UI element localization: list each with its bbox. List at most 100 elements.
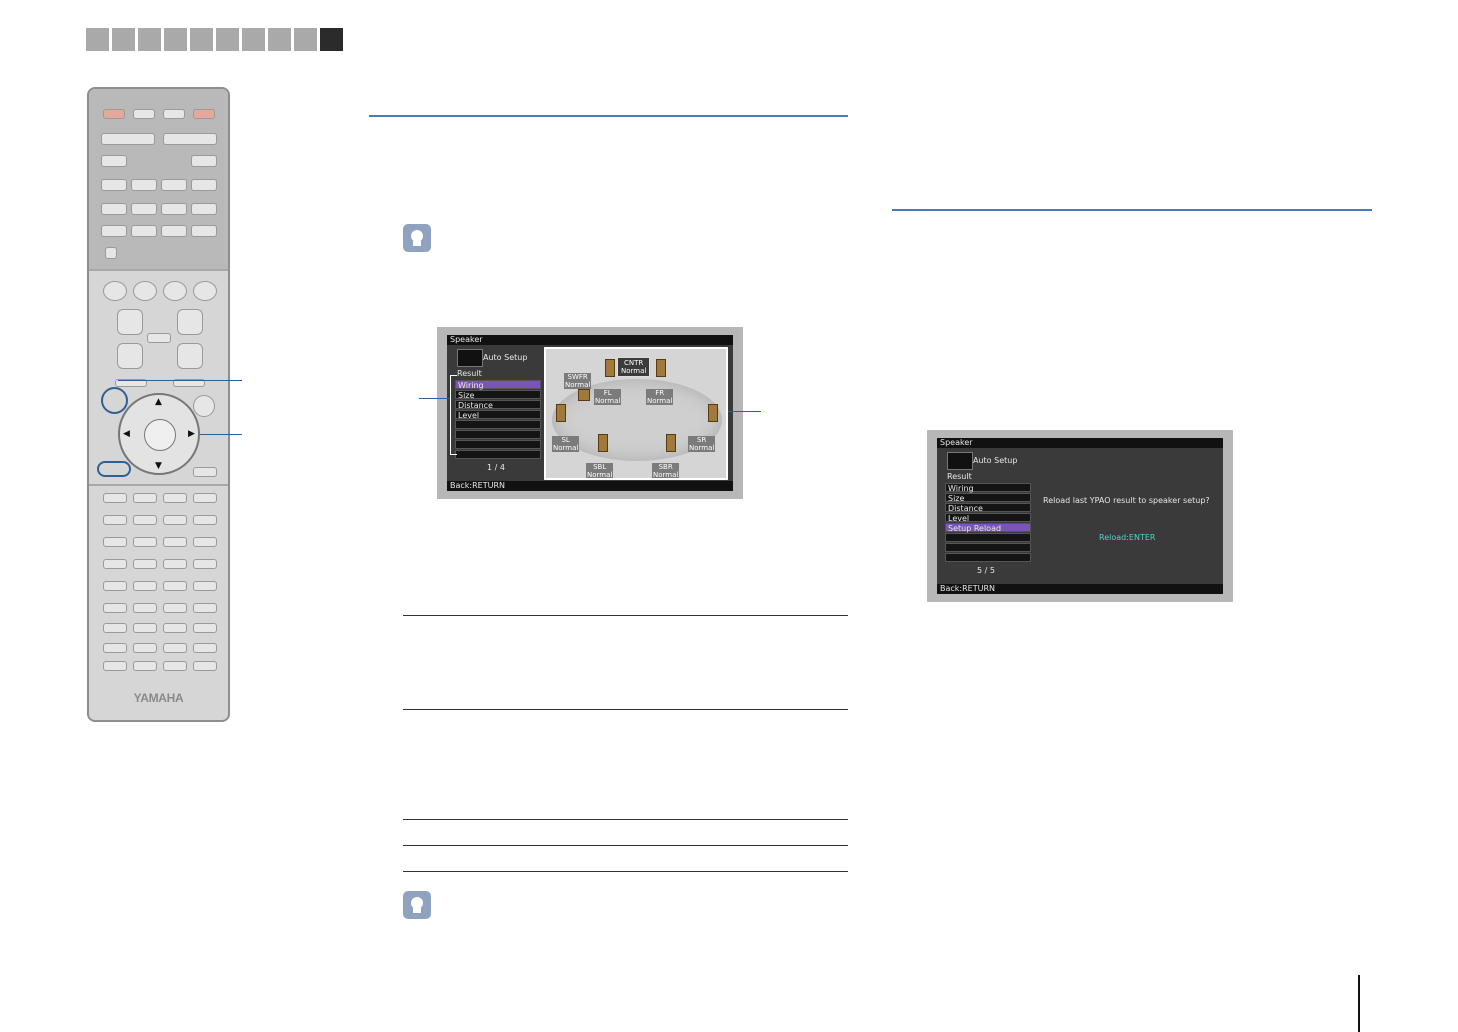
osd-menu-item-empty xyxy=(945,543,1031,552)
osd-header: Speaker xyxy=(937,438,1223,448)
remote-button xyxy=(191,155,217,167)
osd-screen-inner: Speaker Auto Setup Result Wiring Size Di… xyxy=(447,335,733,491)
remote-button xyxy=(101,133,155,145)
remote-button xyxy=(133,661,157,671)
remote-button xyxy=(133,109,155,119)
section-heading-rule xyxy=(892,209,1372,211)
table-rule xyxy=(403,615,848,616)
remote-button xyxy=(101,179,127,191)
osd-menu-item-size: Size xyxy=(945,493,1031,503)
cursor-up-icon: ▲ xyxy=(155,397,162,407)
remote-button xyxy=(193,661,217,671)
remote-button xyxy=(117,309,143,335)
remote-button xyxy=(193,643,217,653)
progress-tab xyxy=(242,28,265,51)
remote-mute-button xyxy=(147,333,171,343)
osd-menu-item-wiring: Wiring xyxy=(945,483,1031,493)
remote-button xyxy=(103,493,127,503)
table-rule xyxy=(403,709,848,710)
page-marker-bar xyxy=(1358,975,1360,1032)
remote-button xyxy=(117,343,143,369)
highlight-ring-return-button xyxy=(97,461,131,477)
remote-button xyxy=(163,109,185,119)
osd-menu-item-distance: Distance xyxy=(945,503,1031,513)
remote-button xyxy=(131,203,157,215)
remote-button xyxy=(193,581,217,591)
remote-volume-down xyxy=(177,343,203,369)
remote-button xyxy=(161,203,187,215)
enter-button xyxy=(144,419,176,451)
remote-divider xyxy=(89,484,228,486)
osd-menu-item-size: Size xyxy=(455,390,541,400)
osd-screen-setup-reload: Speaker Auto Setup Result Wiring Size Di… xyxy=(927,430,1233,602)
osd-menu-item-empty xyxy=(945,533,1031,542)
table-rule xyxy=(403,871,848,872)
remote-button xyxy=(161,179,187,191)
remote-button xyxy=(103,559,127,569)
table-rule xyxy=(403,819,848,820)
progress-tab-current xyxy=(320,28,343,51)
remote-button xyxy=(133,493,157,503)
osd-page-indicator: 5 / 5 xyxy=(977,566,995,575)
speaker-label-fr: FR Normal xyxy=(646,389,674,405)
remote-button xyxy=(103,537,127,547)
osd-menu-item-distance: Distance xyxy=(455,400,541,410)
remote-button xyxy=(163,661,187,671)
osd-menu-item-level: Level xyxy=(945,513,1031,523)
osd-menu-item-empty xyxy=(455,440,541,449)
remote-button xyxy=(105,247,117,259)
remote-button xyxy=(133,581,157,591)
remote-button xyxy=(103,515,127,525)
osd-page-indicator: 1 / 4 xyxy=(487,463,505,472)
remote-button xyxy=(193,623,217,633)
remote-button xyxy=(193,493,217,503)
progress-tab xyxy=(216,28,239,51)
auto-setup-icon xyxy=(457,349,483,367)
speaker-label-fl: FL Normal xyxy=(594,389,622,405)
speaker-label-sr: SR Normal xyxy=(688,436,716,452)
remote-button xyxy=(133,515,157,525)
progress-tab xyxy=(294,28,317,51)
remote-button xyxy=(101,203,127,215)
cursor-right-icon: ▶ xyxy=(188,429,195,439)
speaker-icon xyxy=(598,434,608,452)
remote-button xyxy=(163,581,187,591)
osd-menu-item-empty xyxy=(455,420,541,429)
speaker-label-sbl: SBL Normal xyxy=(586,463,614,479)
highlight-ring-setup-button xyxy=(101,387,128,414)
osd-menu-item-empty xyxy=(945,553,1031,562)
remote-button xyxy=(103,643,127,653)
remote-button xyxy=(163,623,187,633)
subwoofer-icon xyxy=(578,389,590,401)
speaker-label-sl: SL Normal xyxy=(552,436,580,452)
remote-button xyxy=(133,643,157,653)
osd-result-label: Result xyxy=(457,369,482,378)
auto-setup-icon xyxy=(947,452,973,470)
remote-button xyxy=(133,559,157,569)
remote-button xyxy=(163,559,187,569)
remote-button xyxy=(133,603,157,613)
callout-line xyxy=(419,398,450,399)
remote-volume-up xyxy=(177,309,203,335)
reload-confirmation-message: Reload last YPAO result to speaker setup… xyxy=(1043,496,1210,505)
remote-button xyxy=(191,203,217,215)
progress-tab xyxy=(138,28,161,51)
tip-icon xyxy=(403,224,431,252)
table-rule xyxy=(403,845,848,846)
remote-button xyxy=(133,537,157,547)
progress-tab xyxy=(190,28,213,51)
remote-button xyxy=(103,581,127,591)
osd-menu-item-wiring: Wiring xyxy=(455,380,541,390)
remote-button xyxy=(103,623,127,633)
remote-button xyxy=(191,225,217,237)
osd-menu-item-empty xyxy=(455,450,541,459)
osd-menu-item-level: Level xyxy=(455,410,541,420)
progress-tab xyxy=(112,28,135,51)
remote-button xyxy=(193,515,217,525)
remote-button xyxy=(101,225,127,237)
osd-screen-result: Speaker Auto Setup Result Wiring Size Di… xyxy=(437,327,743,499)
osd-footer: Back:RETURN xyxy=(447,481,733,491)
section-heading-rule xyxy=(369,115,848,117)
remote-button xyxy=(193,467,217,477)
progress-tab xyxy=(86,28,109,51)
